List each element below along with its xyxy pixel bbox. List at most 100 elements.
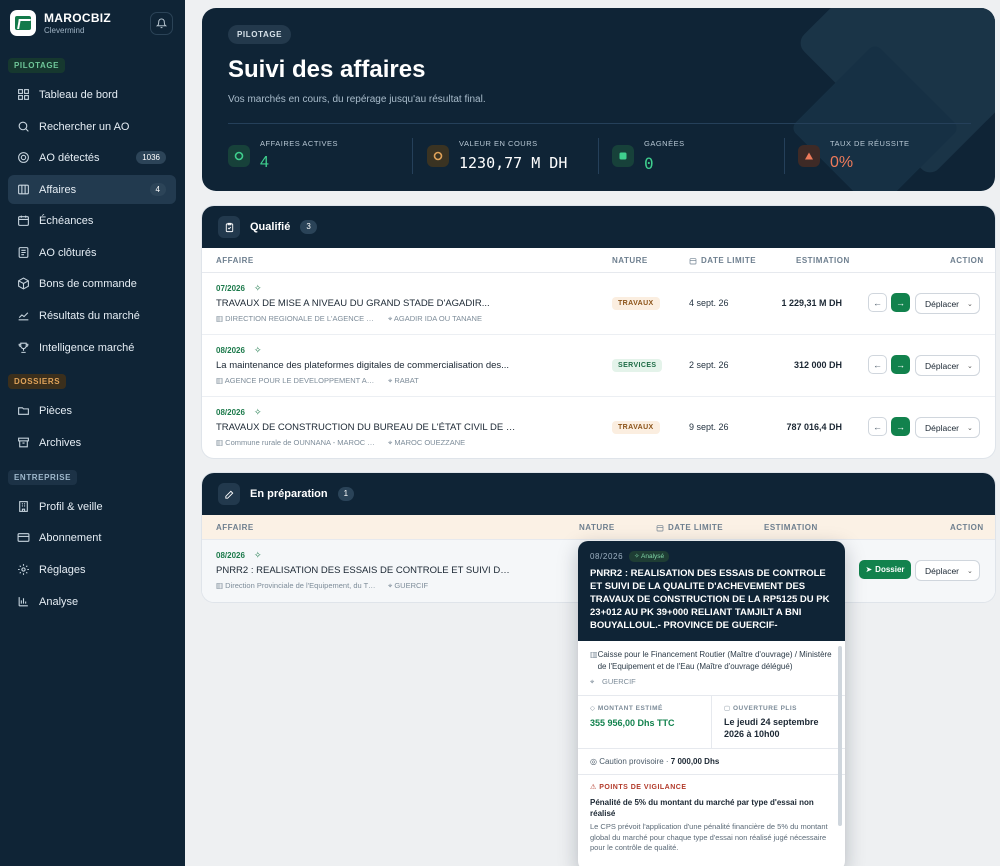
sidebar-item-pieces[interactable]: Pièces	[8, 396, 176, 425]
divider	[598, 138, 599, 174]
chevron-down-icon: ⌄	[967, 300, 973, 308]
section-pilotage: PILOTAGE	[8, 58, 66, 73]
table-row[interactable]: 07/2026 ✧ TRAVAUX DE MISE A NIVEAU DU GR…	[202, 273, 995, 335]
pin-icon: ⌖	[590, 677, 595, 686]
building-icon	[16, 500, 30, 514]
move-next-button[interactable]: →	[891, 417, 910, 436]
sidebar-item-label: Bons de commande	[39, 277, 137, 290]
sidebar-item-label: Affaires	[39, 183, 77, 196]
row-title[interactable]: TRAVAUX DE CONSTRUCTION DU BUREAU DE L'É…	[216, 422, 516, 433]
calendar-icon	[689, 257, 697, 264]
nature-badge: TRAVAUX	[612, 421, 660, 434]
sidebar-item-profil-veille[interactable]: Profil & veille	[8, 492, 176, 521]
divider	[412, 138, 413, 174]
brand-name: MAROCBIZ	[44, 11, 112, 25]
folder-icon	[16, 404, 30, 418]
vigilance-title: Pénalité de 5% du montant du marché par …	[590, 798, 814, 818]
kpi-label: VALEUR EN COURS	[459, 139, 538, 148]
gear-icon	[16, 563, 30, 577]
row-meta: ▥ AGENCE POUR LE DEVELOPPEMENT AGRICOLE …	[216, 376, 419, 385]
col-affaire: AFFAIRE	[216, 523, 254, 532]
sidebar-item-tableau-de-bord[interactable]: Tableau de bord	[8, 80, 176, 109]
sidebar-item-label: AO clôturés	[39, 246, 97, 259]
move-prev-button[interactable]: ←	[868, 355, 887, 374]
popover-scrollbar[interactable]	[838, 646, 842, 826]
sidebar-item-label: Réglages	[39, 563, 86, 576]
sidebar-item-ao-detectes[interactable]: AO détectés 1036	[8, 143, 176, 172]
tag-icon: ◇	[590, 705, 598, 712]
table-row[interactable]: 08/2026 ✧ TRAVAUX DE CONSTRUCTION DU BUR…	[202, 397, 995, 458]
sidebar-item-label: Pièces	[39, 404, 73, 417]
clipboard-icon	[218, 216, 240, 238]
deplacer-button[interactable]: Déplacer ⌄	[915, 293, 980, 314]
sidebar-item-reglages[interactable]: Réglages	[8, 555, 176, 584]
sidebar-item-bons-de-commande[interactable]: Bons de commande	[8, 269, 176, 298]
row-title[interactable]: La maintenance des plateformes digitales…	[216, 360, 516, 371]
deplacer-button[interactable]: Déplacer ⌄	[915, 560, 980, 581]
kpi-label: TAUX DE RÉUSSITE	[830, 139, 910, 148]
calendar-icon	[656, 524, 664, 531]
row-ref: 08/2026	[216, 346, 245, 355]
card-icon	[16, 531, 30, 545]
popover-client: Caisse pour le Financement Routier (Maît…	[597, 650, 832, 671]
affaire-popover[interactable]: 08/2026 ✧ Analysé PNRR2 : REALISATION DE…	[578, 541, 845, 866]
row-ref: 08/2026	[216, 551, 245, 560]
sidebar-item-ao-clotures[interactable]: AO clôturés	[8, 238, 176, 267]
chart-icon	[16, 595, 30, 609]
sidebar-item-intelligence-marche[interactable]: Intelligence marché	[8, 333, 176, 362]
popover-ref: 08/2026	[590, 552, 624, 561]
brand[interactable]: MAROCBIZ Clevermind	[10, 10, 111, 36]
home-icon	[16, 88, 30, 102]
col-nature: NATURE	[612, 256, 648, 265]
row-meta: ▥ Commune rurale de OUNNANA - MAROC OUEZ…	[216, 438, 466, 447]
building-icon: ▥	[216, 376, 225, 385]
row-date: 4 sept. 26	[689, 298, 729, 308]
move-next-button[interactable]: →	[891, 355, 910, 374]
table-header: AFFAIRE NATURE DATE LIMITE ESTIMATION AC…	[202, 248, 995, 273]
move-prev-button[interactable]: ←	[868, 417, 887, 436]
sidebar-item-echeances[interactable]: Échéances	[8, 206, 176, 235]
row-title[interactable]: PNRR2 : REALISATION DES ESSAIS DE CONTRO…	[216, 565, 516, 576]
arrow-right-icon: →	[896, 297, 905, 308]
arrow-right-icon: →	[896, 421, 905, 432]
section-dossiers: DOSSIERS	[8, 374, 67, 389]
column-title: Qualifié	[250, 221, 291, 233]
sidebar-item-label: Profil & veille	[39, 500, 103, 513]
archive-box-icon	[16, 246, 30, 260]
move-prev-button[interactable]: ←	[868, 293, 887, 312]
popover-caution: 7 000,00 Dhs	[670, 757, 720, 766]
kpi-value: 0	[644, 154, 654, 173]
sidebar-item-rechercher[interactable]: Rechercher un AO	[8, 112, 176, 141]
kpi-value: 0%	[830, 154, 854, 171]
sidebar-item-archives[interactable]: Archives	[8, 428, 176, 457]
circle-icon	[427, 145, 449, 167]
affaires-badge: 4	[149, 183, 166, 196]
hero-pill: PILOTAGE	[228, 25, 292, 44]
sidebar-item-label: Archives	[39, 436, 82, 449]
chevron-down-icon: ⌄	[967, 362, 973, 370]
package-icon	[16, 277, 30, 291]
deplacer-button[interactable]: Déplacer ⌄	[915, 417, 980, 438]
brand-sub: Clevermind	[44, 26, 85, 35]
notifications-button[interactable]	[150, 12, 173, 35]
arrow-left-icon: ←	[873, 297, 882, 308]
sidebar-item-label: Rechercher un AO	[39, 120, 130, 133]
table-row[interactable]: 08/2026 ✧ La maintenance des plateformes…	[202, 335, 995, 397]
sidebar-item-resultats-marche[interactable]: Résultats du marché	[8, 301, 176, 330]
row-estimation: 312 000 DH	[793, 360, 842, 370]
kpi-label: GAGNÉES	[644, 139, 685, 148]
dossier-button[interactable]: ➤ Dossier	[859, 560, 911, 579]
deplacer-button[interactable]: Déplacer ⌄	[915, 355, 980, 376]
qualifie-header: Qualifié 3	[202, 206, 995, 248]
building-icon: ▥	[216, 438, 226, 447]
pencil-icon	[218, 483, 240, 505]
hero-panel: PILOTAGE Suivi des affaires Vos marchés …	[202, 8, 995, 191]
col-date: DATE LIMITE	[689, 256, 756, 265]
sidebar-item-affaires[interactable]: Affaires 4	[8, 175, 176, 204]
status-badge: ✧ Analysé	[629, 551, 670, 562]
sidebar-item-analyse[interactable]: Analyse	[8, 587, 176, 616]
row-title[interactable]: TRAVAUX DE MISE A NIVEAU DU GRAND STADE …	[216, 298, 516, 309]
move-next-button[interactable]: →	[891, 293, 910, 312]
sidebar-item-abonnement[interactable]: Abonnement	[8, 523, 176, 552]
row-meta: ▥ Direction Provinciale de l'Equipement,…	[216, 581, 429, 590]
